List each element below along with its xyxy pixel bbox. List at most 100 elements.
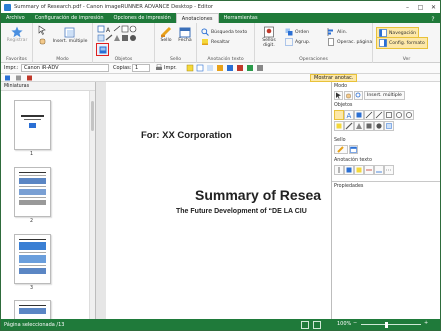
thumbnail-page-3[interactable]: [14, 234, 51, 284]
window-title: Summary of Research.pdf - Canon imageRUN…: [14, 4, 214, 10]
quick-tools[interactable]: [186, 64, 274, 72]
sello-button[interactable]: Sello: [157, 26, 175, 43]
modo-tools: Insert. múltiple: [334, 91, 405, 100]
tab-herramientas[interactable]: Herramientas: [219, 13, 263, 23]
selected-object-tool[interactable]: [96, 43, 109, 56]
hand-icon: [39, 38, 45, 45]
section-propiedades: Propiedades: [334, 184, 364, 189]
thumbnail-page-2[interactable]: [14, 167, 51, 217]
copies-label: Copias:: [113, 65, 132, 71]
two-page-view-button[interactable]: [313, 321, 321, 329]
maximize-button[interactable]: □: [414, 1, 427, 13]
group-label-anotacion-texto: Anotación texto: [207, 57, 244, 62]
alin-button[interactable]: Alin.: [327, 28, 347, 36]
help-icon[interactable]: ?: [428, 15, 438, 23]
thumbnails-pane: Miniaturas 1 2 3: [1, 82, 96, 319]
insert-multiple-pane-button[interactable]: Insert. múltiple: [364, 91, 405, 100]
thumbnails-title: Miniaturas: [1, 82, 95, 91]
star-icon: [11, 26, 23, 38]
document-page[interactable]: For: XX Corporation Summary of Resea The…: [106, 82, 331, 319]
section-modo: Modo: [334, 84, 348, 89]
show-annotations-button[interactable]: Mostrar anotac.: [310, 74, 358, 82]
svg-text:A: A: [347, 112, 352, 120]
image-icon: [99, 46, 106, 53]
thumbnails-scrollbar[interactable]: [89, 91, 95, 319]
navegacion-button[interactable]: Navegación: [375, 27, 420, 39]
single-page-view-button[interactable]: [301, 321, 309, 329]
thumbnails-scroll-thumb[interactable]: [91, 101, 94, 131]
tab-opciones-impresion[interactable]: Opciones de impresión: [109, 13, 176, 23]
print-toolbar: Impr.: Canon iR-ADV Copias: 1 Impr.: [1, 63, 440, 74]
close-button[interactable]: ✕: [427, 1, 440, 13]
svg-text:A: A: [106, 27, 111, 34]
ribbon: Registrar Favoritos Insert. múltiple Mod…: [1, 23, 440, 63]
document-viewport[interactable]: For: XX Corporation Summary of Resea The…: [96, 82, 331, 319]
thumbnail-page-1[interactable]: [14, 100, 51, 150]
select-tool-button[interactable]: [334, 91, 343, 100]
pointer-icon: [38, 25, 46, 35]
stamp-tool-button[interactable]: [334, 145, 348, 154]
annotation-tools-pane: Modo Insert. múltiple Objetos A Sello An…: [331, 82, 440, 319]
hand-icon: [346, 93, 351, 99]
document-subtitle: The Future Development of “DE LA CIU: [176, 208, 307, 215]
printer-select[interactable]: Canon iR-ADV: [21, 64, 109, 72]
group-objetos: A Objetos: [93, 23, 155, 63]
group-label-operaciones: Operaciones: [299, 57, 328, 62]
print-button[interactable]: Impr.: [155, 64, 177, 72]
title-bar: Summary of Research.pdf - Canon imageRUN…: [1, 1, 440, 13]
align-icon: [327, 28, 333, 36]
group-label-modo: Modo: [56, 57, 69, 62]
anotacion-texto-tools[interactable]: [334, 165, 394, 175]
group-sello: Sello Fecha Sello: [155, 23, 197, 63]
group-label-favoritos: Favoritos: [6, 57, 27, 62]
group-operaciones: Sellos digit. Orden Agrup. Alin. Operac.…: [255, 23, 373, 63]
pane-tools[interactable]: [4, 75, 94, 81]
operac-pagina-button[interactable]: Operac. página: [327, 38, 372, 46]
registrar-button[interactable]: Registrar: [5, 26, 29, 43]
tab-anotaciones[interactable]: Anotaciones: [175, 13, 219, 23]
sellos-digit-button[interactable]: Sellos digit.: [258, 26, 280, 48]
highlighter-icon: [202, 39, 208, 45]
date-tool-button[interactable]: [349, 145, 358, 154]
copies-input[interactable]: 1: [132, 64, 150, 72]
zoom-out-button[interactable]: −: [353, 320, 357, 326]
insert-multiple-button[interactable]: Insert. múltiple: [48, 27, 92, 44]
group-ver: Navegación Config. formato Ver: [373, 23, 440, 63]
stamp-icon: [337, 146, 344, 153]
zoom-in-button[interactable]: +: [424, 320, 428, 326]
document-title: Summary of Resea: [195, 187, 322, 203]
navigation-pane-icon: [379, 29, 387, 37]
zoom-slider[interactable]: [361, 324, 421, 325]
calendar-icon: [179, 27, 191, 38]
app-icon: [4, 3, 11, 11]
page-operation-icon: [328, 38, 334, 46]
zoom-level: 100%: [337, 321, 352, 327]
hand-tool-button[interactable]: [344, 91, 353, 100]
zoom-slider-thumb[interactable]: [385, 322, 388, 328]
calendar-icon: [350, 146, 357, 153]
thumbnail-number-1: 1: [30, 152, 34, 157]
group-anotacion-texto: Búsqueda texto Resaltar Anotación texto: [197, 23, 255, 63]
tab-configuracion-impresion[interactable]: Configuración de impresión: [30, 13, 109, 23]
objetos-tools[interactable]: A: [334, 110, 414, 132]
text-search-icon: [201, 28, 209, 36]
section-objetos: Objetos: [334, 103, 353, 108]
minimize-button[interactable]: –: [401, 1, 414, 13]
secondary-toolbar: Mostrar anotac.: [1, 74, 440, 82]
hand-mode-button[interactable]: [36, 36, 48, 45]
stamp-icon: [160, 26, 172, 38]
group-label-ver: Ver: [402, 57, 411, 62]
zoom-tool-button[interactable]: [354, 91, 363, 100]
thumbnail-page-4[interactable]: [14, 300, 51, 319]
select-mode-button[interactable]: [36, 25, 48, 35]
config-formato-button[interactable]: Config. formato: [376, 37, 428, 49]
section-sello: Sello: [334, 138, 346, 143]
document-for-line: For: XX Corporation: [141, 130, 232, 141]
fecha-button[interactable]: Fecha: [176, 26, 194, 43]
busqueda-texto-button[interactable]: Búsqueda texto: [201, 28, 247, 36]
orden-button[interactable]: Orden: [285, 28, 309, 36]
resaltar-button[interactable]: Resaltar: [201, 38, 230, 46]
format-settings-icon: [379, 39, 387, 47]
tab-archivo[interactable]: Archivo: [1, 13, 30, 23]
agrup-button[interactable]: Agrup.: [285, 38, 310, 46]
